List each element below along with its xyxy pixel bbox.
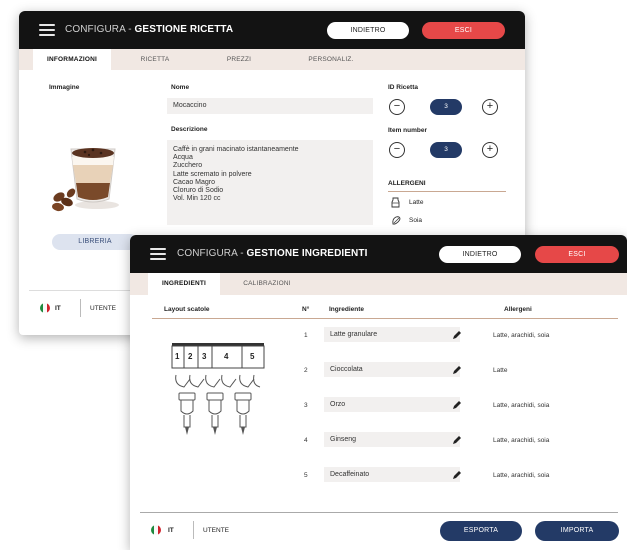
ingredients-window: CONFIGURA - GESTIONE INGREDIENTI INDIETR… [130,235,627,550]
tab-ricetta[interactable]: RICETTA [125,49,185,70]
description-label: Descrizione [171,126,208,133]
menu-icon[interactable] [150,248,166,260]
canister-number: 3 [202,352,207,361]
description-line: Caffè in grani macinato istantaneamente [173,146,299,153]
allergen-milk: Latte [409,199,424,206]
tab-informazioni[interactable]: INFORMAZIONI [33,49,111,70]
table-header-divider [152,318,618,319]
row-allergens: Latte, arachidi, soia [493,402,550,409]
name-label: Nome [171,84,190,91]
description-line: Cacao Magro [173,178,216,186]
row-number: 2 [304,367,308,374]
description-line: Zucchero [173,162,203,170]
column-number-header: N° [302,306,310,313]
canister-number: 4 [224,352,229,361]
ingredients-tabs: INGREDIENTI CALIBRAZIONI [130,273,627,295]
row-allergens: Latte, arachidi, soia [493,437,550,444]
name-field[interactable]: Mocaccino [167,98,373,114]
milk-icon [391,197,400,208]
canister-number: 5 [250,352,255,361]
row-number: 4 [304,437,308,444]
item-number-label: Item number [388,127,428,134]
description-line: Cloruro di Sodio [173,187,224,195]
recipe-id-increment-button[interactable]: + [482,99,498,115]
soy-icon [392,216,401,225]
recipe-id-decrement-button[interactable]: − [389,99,405,115]
description-line: Latte scremato in polvere [173,170,252,178]
back-button[interactable]: INDIETRO [439,246,521,263]
tab-personaliz[interactable]: PERSONALIZ. [291,49,371,70]
canister-number: 2 [188,352,193,361]
row-allergens: Latte, arachidi, soia [493,472,550,479]
user-label[interactable]: UTENTE [203,527,229,534]
footer-separator [80,299,81,317]
ingredient-field[interactable]: Latte granulare [324,327,460,342]
library-button[interactable]: LIBRERIA [52,234,138,250]
column-ingredient-header: Ingrediente [329,306,365,313]
description-line: Acqua [173,154,193,162]
row-number: 5 [304,472,308,479]
recipe-tabs: INFORMAZIONI RICETTA PREZZI PERSONALIZ. [19,49,525,70]
menu-icon[interactable] [39,24,55,36]
edit-pencil-icon[interactable] [452,330,462,340]
edit-pencil-icon[interactable] [452,400,462,410]
recipe-id-value: 3 [430,99,462,115]
image-label: Immagine [49,84,80,91]
tab-prezzi[interactable]: PREZZI [209,49,269,70]
canister-layout: 1 2 3 4 5 [170,343,266,445]
allergen-soy: Soia [409,217,423,224]
edit-pencil-icon[interactable] [452,435,462,445]
import-button[interactable]: IMPORTA [535,521,619,541]
recipe-window-title: CONFIGURA - GESTIONE RICETTA [65,24,234,35]
recipe-topbar: CONFIGURA - GESTIONE RICETTA INDIETRO ES… [19,11,525,49]
row-allergens: Latte, arachidi, soia [493,332,550,339]
row-allergens: Latte [493,367,508,374]
row-number: 3 [304,402,308,409]
ingredients-window-title: CONFIGURA - GESTIONE INGREDIENTI [177,248,368,259]
ingredient-field[interactable]: Orzo [324,397,460,412]
mocaccino-image [52,148,119,212]
item-number-decrement-button[interactable]: − [389,142,405,158]
allergens-title: ALLERGENI [388,180,426,187]
footer-divider [29,290,137,291]
edit-pencil-icon[interactable] [452,365,462,375]
tab-ingredienti[interactable]: INGREDIENTI [148,273,220,295]
export-button[interactable]: ESPORTA [440,521,522,541]
exit-button[interactable]: ESCI [422,22,505,39]
item-number-increment-button[interactable]: + [482,142,498,158]
italian-flag-icon[interactable] [40,303,50,313]
ingredient-field[interactable]: Cioccolata [324,362,460,377]
user-label[interactable]: UTENTE [90,305,116,312]
layout-label: Layout scatole [164,306,210,313]
item-number-value: 3 [430,142,462,158]
row-number: 1 [304,332,308,339]
allergens-divider [388,191,506,192]
ingredients-topbar: CONFIGURA - GESTIONE INGREDIENTI INDIETR… [130,235,627,273]
column-allergens-header: Allergeni [504,306,532,313]
footer-divider [140,512,618,513]
description-field[interactable]: Caffè in grani macinato istantaneamente … [167,140,373,225]
footer-separator [193,521,194,539]
ingredient-field[interactable]: Decaffeinato [324,467,460,482]
canister-number: 1 [175,352,180,361]
tab-calibrazioni[interactable]: CALIBRAZIONI [226,273,308,295]
ingredient-field[interactable]: Ginseng [324,432,460,447]
language-label[interactable]: IT [168,527,174,534]
exit-button[interactable]: ESCI [535,246,619,263]
italian-flag-icon[interactable] [151,525,161,535]
description-line: Vol. Min 120 cc [173,195,221,203]
edit-pencil-icon[interactable] [452,470,462,480]
language-label[interactable]: IT [55,305,61,312]
recipe-id-label: ID Ricetta [388,84,418,91]
back-button[interactable]: INDIETRO [327,22,409,39]
